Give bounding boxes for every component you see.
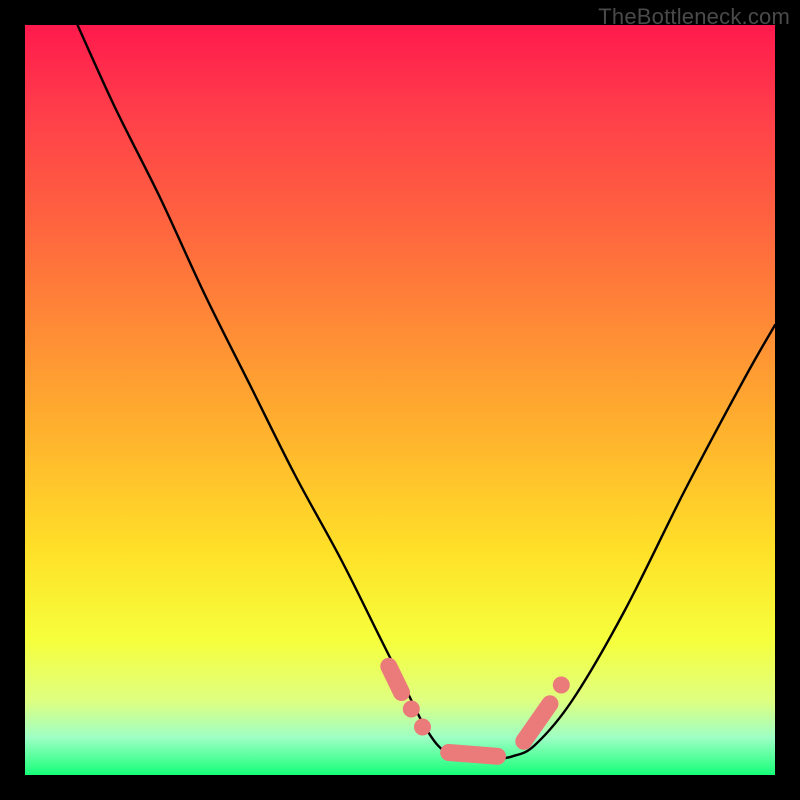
- chart-frame: TheBottleneck.com: [0, 0, 800, 800]
- marker-capsule: [449, 753, 498, 757]
- watermark-text: TheBottleneck.com: [598, 4, 790, 30]
- curve-markers: [389, 666, 570, 756]
- plot-area: [25, 25, 775, 775]
- marker-capsule: [389, 666, 402, 692]
- chart-svg: [25, 25, 775, 775]
- marker-dot: [553, 677, 570, 694]
- marker-dot: [414, 719, 431, 736]
- marker-capsule: [524, 704, 550, 742]
- bottleneck-curve: [78, 25, 776, 760]
- marker-dot: [403, 701, 420, 718]
